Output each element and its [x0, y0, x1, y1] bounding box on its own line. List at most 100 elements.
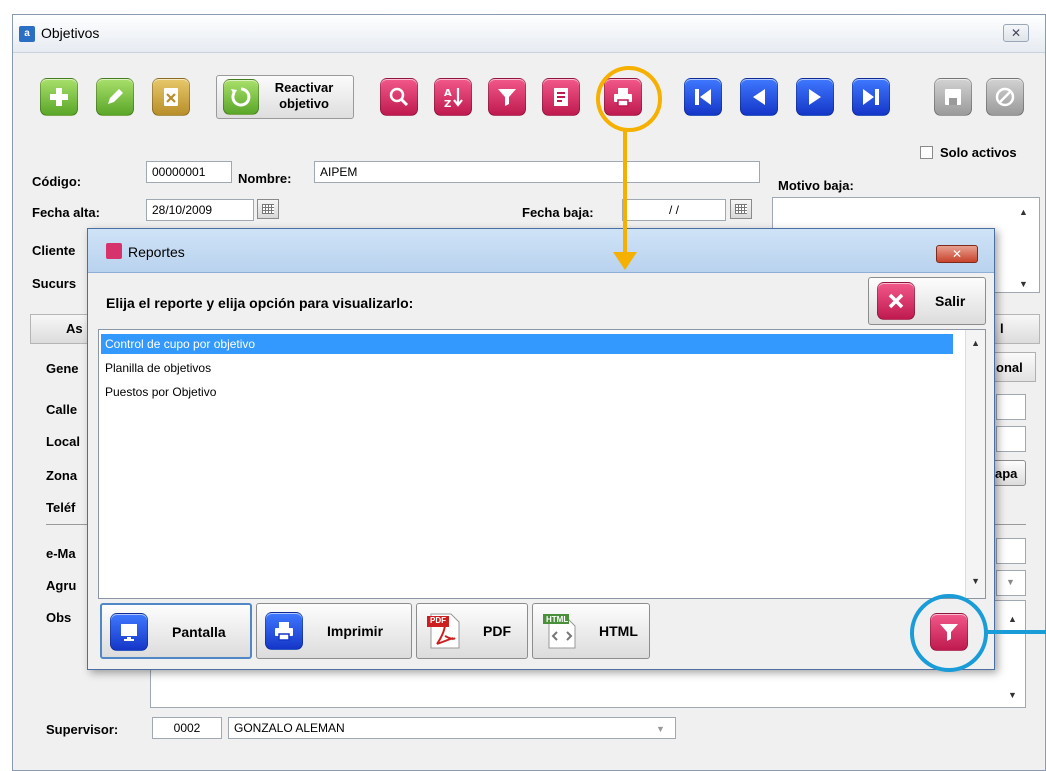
salir-label: Salir [935, 293, 966, 309]
nombre-label: Nombre: [238, 171, 292, 186]
window-close-button[interactable]: ✕ [1003, 24, 1029, 42]
search-button[interactable] [380, 78, 418, 116]
window-title: Objetivos [41, 25, 100, 41]
pdf-icon: PDF [425, 612, 463, 650]
dialog-titlebar: Reportes ✕ [88, 229, 994, 273]
adicional-label: onal [996, 360, 1023, 375]
codigo-label: Código: [32, 174, 82, 189]
supervisor-code-field[interactable]: 0002 [152, 717, 222, 739]
fecha-baja-field[interactable]: / / [622, 199, 726, 221]
telefono-label: Teléf [46, 500, 76, 515]
reactivate-icon [231, 87, 251, 107]
notes-button[interactable] [542, 78, 580, 116]
obs-label: Obs [46, 610, 72, 625]
calle-field-edge[interactable] [996, 394, 1026, 420]
close-icon: ✕ [1010, 26, 1022, 40]
calle-label: Calle [46, 402, 78, 417]
list-scrollbar[interactable] [965, 330, 985, 598]
zona-label: Zona [46, 468, 78, 483]
agrupacion-dropdown-icon[interactable]: ▼ [1006, 577, 1015, 587]
search-icon [389, 87, 409, 107]
agrupacion-label: Agru [46, 578, 77, 593]
app-icon: a [19, 26, 35, 42]
tab-right[interactable]: l [1000, 321, 1004, 336]
solo-activos-label: Solo activos [940, 145, 1017, 160]
delete-icon [164, 88, 178, 106]
notes-icon [554, 88, 568, 106]
salir-button[interactable]: Salir [868, 277, 986, 325]
supervisor-name-combo[interactable]: GONZALO ALEMAN [228, 717, 676, 739]
sucursal-label: Sucurs [32, 276, 77, 291]
motivo-scroll-up-icon[interactable]: ▲ [1019, 207, 1028, 217]
report-list[interactable]: Control de cupo por objetivo Planilla de… [98, 329, 986, 599]
cancel-icon [995, 87, 1015, 107]
blue-pointer-line [986, 630, 1046, 634]
nombre-field[interactable]: AIPEM [314, 161, 760, 183]
printer-icon-box [265, 612, 303, 650]
general-label: Gene [46, 361, 79, 376]
cancel-button[interactable] [986, 78, 1024, 116]
edit-button[interactable] [96, 78, 134, 116]
imprimir-label: Imprimir [327, 623, 384, 639]
dialog-app-icon [106, 243, 122, 259]
html-label: HTML [599, 623, 638, 639]
svg-text:Z: Z [444, 99, 451, 109]
supervisor-dropdown-icon[interactable]: ▼ [656, 724, 665, 734]
html-button[interactable]: HTML HTML [532, 603, 650, 659]
tab-asignacion[interactable]: As [66, 321, 83, 336]
delete-button[interactable] [152, 78, 190, 116]
reportes-dialog: Reportes ✕ Elija el reporte y elija opci… [87, 228, 995, 670]
add-button[interactable] [40, 78, 78, 116]
solo-activos-checkbox[interactable] [920, 146, 933, 159]
fecha-baja-calendar-icon[interactable] [730, 199, 752, 219]
exit-icon [888, 293, 904, 309]
first-record-icon [695, 89, 711, 105]
list-scroll-up-icon[interactable]: ▲ [971, 338, 980, 348]
previous-record-button[interactable] [740, 78, 778, 116]
main-titlebar: a Objetivos ✕ [13, 15, 1045, 53]
add-icon [50, 88, 68, 106]
obs-scroll-up-icon[interactable]: ▲ [1008, 614, 1017, 624]
localidad-field-edge[interactable] [996, 426, 1026, 452]
exit-icon-box [877, 282, 915, 320]
print-highlight-circle [596, 66, 662, 132]
first-record-button[interactable] [684, 78, 722, 116]
fecha-alta-calendar-icon[interactable] [257, 199, 279, 219]
list-scroll-down-icon[interactable]: ▼ [971, 576, 980, 586]
save-icon [945, 89, 961, 105]
next-record-button[interactable] [796, 78, 834, 116]
email-label: e-Ma [46, 546, 76, 561]
fecha-alta-field[interactable]: 28/10/2009 [146, 199, 254, 221]
last-record-button[interactable] [852, 78, 890, 116]
html-badge: HTML [546, 615, 569, 624]
list-item[interactable]: Puestos por Objetivo [101, 382, 220, 402]
motivo-baja-label: Motivo baja: [778, 178, 854, 193]
filter-button[interactable] [488, 78, 526, 116]
motivo-scroll-down-icon[interactable]: ▼ [1019, 279, 1028, 289]
localidad-label: Local [46, 434, 80, 449]
pantalla-label: Pantalla [172, 624, 226, 640]
mapa-label: apa [995, 466, 1018, 481]
fecha-baja-label: Fecha baja: [522, 205, 594, 220]
codigo-field[interactable]: 00000001 [146, 161, 232, 183]
arrow-line [623, 131, 627, 255]
save-button[interactable] [934, 78, 972, 116]
pantalla-button[interactable]: Pantalla [100, 603, 252, 659]
imprimir-button[interactable]: Imprimir [256, 603, 412, 659]
svg-text:A: A [444, 88, 452, 99]
list-item[interactable]: Planilla de objetivos [101, 358, 215, 378]
obs-scroll-down-icon[interactable]: ▼ [1008, 690, 1017, 700]
reactivar-objetivo-button[interactable]: Reactivar objetivo [216, 75, 354, 119]
previous-record-icon [753, 89, 765, 105]
email-field-edge[interactable] [996, 538, 1026, 564]
dialog-close-button[interactable]: ✕ [936, 245, 978, 263]
pdf-button[interactable]: PDF PDF [416, 603, 528, 659]
filter-highlight-circle [910, 594, 988, 672]
dialog-instruction: Elija el reporte y elija opción para vis… [106, 295, 414, 311]
pdf-label: PDF [483, 623, 511, 639]
list-item[interactable]: Control de cupo por objetivo [101, 334, 953, 354]
sort-button[interactable]: AZ [434, 78, 472, 116]
html-icon: HTML [541, 612, 579, 650]
supervisor-label: Supervisor: [46, 722, 119, 737]
cliente-label: Cliente [32, 243, 76, 258]
